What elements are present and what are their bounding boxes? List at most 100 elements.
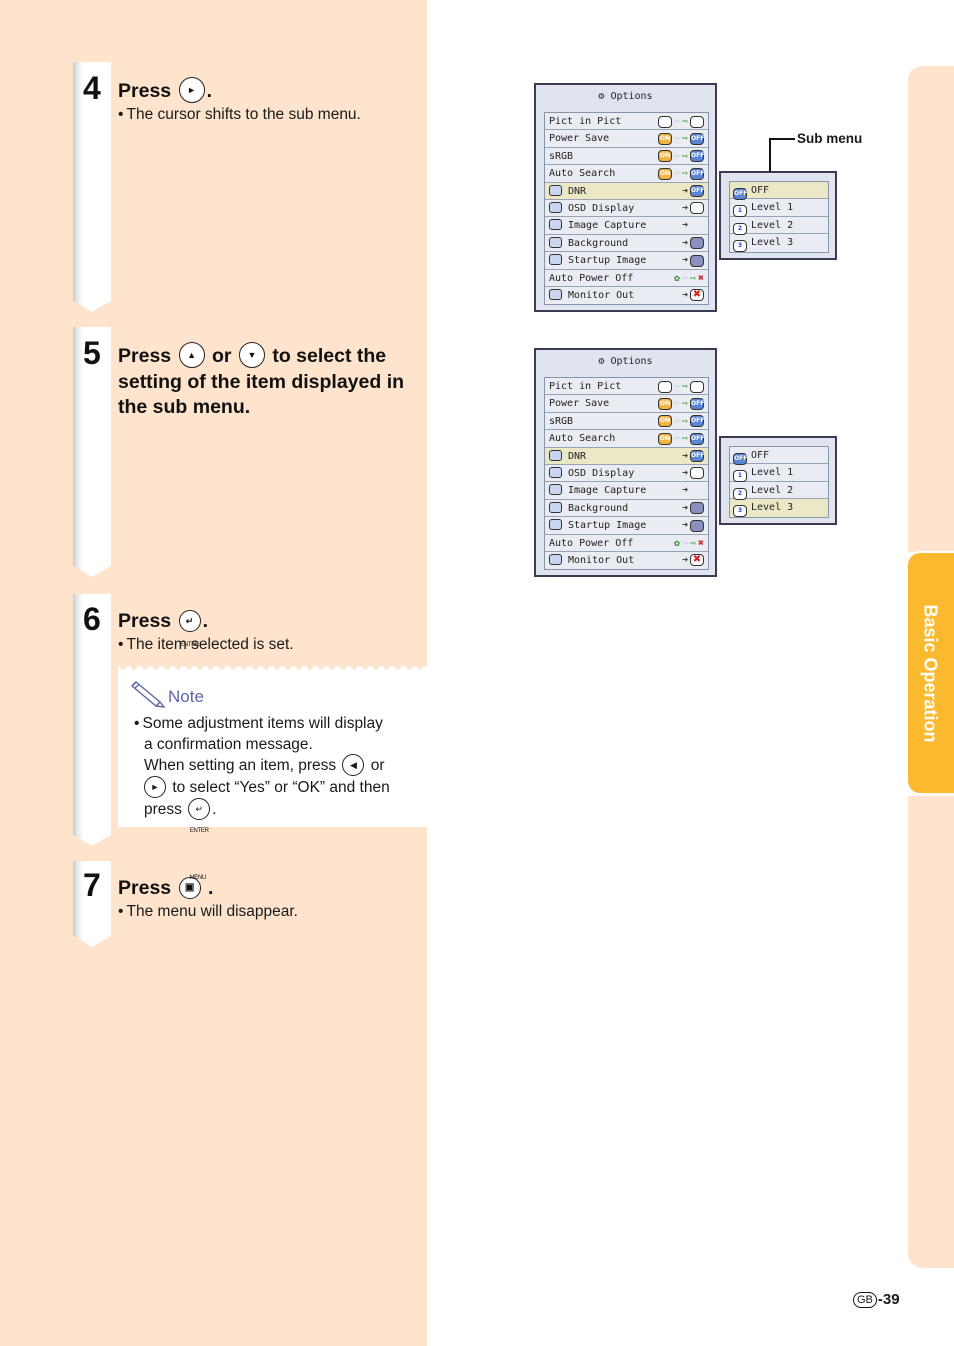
sub-menu-item[interactable]: 3 Level 3 (730, 499, 828, 518)
menu-item[interactable]: Startup Image ➜ (545, 252, 708, 270)
arrow-icon: ➜ (681, 202, 688, 214)
sub-menu-item[interactable]: 1 Level 1 (730, 199, 828, 218)
menu-item-value: ON ⇦ ⇨ OFF (657, 167, 704, 180)
menu-item[interactable]: Startup Image ➜ (545, 517, 708, 535)
sub-menu-item[interactable]: 2 Level 2 (730, 482, 828, 500)
note-box: Note • Some adjustment items will displa… (118, 666, 427, 834)
menu-item-label: Pict in Pict (549, 381, 622, 392)
menu-item[interactable]: Monitor Out ➜ ✖ (545, 287, 708, 304)
sub-menu-item[interactable]: 1 Level 1 (730, 464, 828, 483)
arrow-icon: ➜ (681, 289, 688, 301)
callout-line-h (769, 138, 795, 140)
step-5-number: 5 (83, 335, 101, 371)
sub-menu-item[interactable]: 2 Level 2 (730, 217, 828, 235)
menu-item[interactable]: Auto Search ON ⇦ ⇨ OFF (545, 430, 708, 448)
right-arrow-button-icon: ► (144, 776, 166, 798)
osd-icon (690, 467, 704, 480)
menu-item-label: DNR (568, 185, 587, 197)
menu-item[interactable]: Image Capture ➜ (545, 217, 708, 235)
menu-item[interactable]: Power Save ON ⇦ ⇨ OFF (545, 130, 708, 148)
menu-item-value: ➜ (682, 237, 704, 250)
left-arrow-icon: ⇦ (681, 272, 688, 284)
menu-item[interactable]: Auto Power Off ✿ ⇦ ⇨ ✖ (545, 535, 708, 552)
menu-item[interactable]: DNR ➜ OFF (545, 447, 708, 465)
menu-item-value: ➜ (682, 484, 704, 497)
sub-menu-item-label: Level 3 (751, 502, 794, 514)
right-arrow-icon: ⇨ (681, 415, 688, 427)
menu-item[interactable]: OSD Display ➜ (545, 465, 708, 483)
side-tab-top (908, 66, 954, 552)
menu-item[interactable]: OSD Display ➜ (545, 200, 708, 218)
menu-item-value: ⇦ ⇨ (657, 115, 704, 128)
menu-item[interactable]: Auto Power Off ✿ ⇦ ⇨ ✖ (545, 270, 708, 287)
note-line-2: a confirmation message. (144, 735, 313, 753)
side-tab-label: Basic Operation (906, 551, 954, 795)
side-tab-text: Basic Operation (920, 603, 941, 743)
step-4-title: Press ►. (118, 77, 212, 105)
menu-item-label: Auto Power Off (549, 537, 634, 549)
options-title-text: Options (610, 91, 653, 102)
menu-item[interactable]: Image Capture ➜ (545, 482, 708, 500)
sub-menu-list: OFF OFF 1 Level 1 2 Level 2 3 Level 3 (729, 181, 829, 253)
menu-item[interactable]: Pict in Pict ⇦ ⇨ (545, 378, 708, 396)
sub-menu-item[interactable]: OFF OFF (730, 182, 828, 200)
options-icon: ⚙ (598, 356, 611, 367)
arrow-icon: ➜ (681, 185, 688, 197)
level-icon: 1 (733, 205, 747, 218)
menu-item-label: OSD Display (568, 202, 635, 214)
left-arrow-icon: ⇦ (673, 433, 680, 445)
on-icon: ON (657, 167, 672, 180)
menu-item[interactable]: Power Save ON ⇦ ⇨ OFF (545, 395, 708, 413)
step-4-press-text: Press (118, 80, 172, 103)
arrow-icon: ➜ (681, 255, 688, 267)
menu-item-value: ➜ (682, 502, 704, 515)
menu-item[interactable]: sRGB ON ⇦ ⇨ OFF (545, 413, 708, 431)
menu-item[interactable]: Monitor Out ➜ ✖ (545, 552, 708, 569)
leaf-icon: ✿ (673, 272, 680, 284)
right-arrow-icon: ⇨ (689, 537, 696, 549)
sub-menu-item[interactable]: OFF OFF (730, 447, 828, 465)
sub-menu-item[interactable]: 3 Level 3 (730, 234, 828, 253)
menu-item-label: Power Save (549, 398, 610, 410)
menu-item[interactable]: Background ➜ (545, 500, 708, 518)
menu-item-value: ON ⇦ ⇨ OFF (657, 432, 704, 445)
menu-item[interactable]: Pict in Pict ⇦ ⇨ (545, 113, 708, 131)
step-7-bullet: • The menu will disappear. (118, 903, 298, 920)
menu-item[interactable]: Background ➜ (545, 235, 708, 253)
sub-menu-list: OFF OFF 1 Level 1 2 Level 2 3 Level 3 (729, 446, 829, 518)
menu-item[interactable]: DNR ➜ OFF (545, 182, 708, 200)
off-icon: OFF (690, 132, 704, 145)
arrow-icon: ➜ (681, 220, 688, 232)
on-icon: ON (657, 432, 672, 445)
right-arrow-icon: ⇨ (681, 150, 688, 162)
left-arrow-icon: ⇦ (681, 537, 688, 549)
arrow-icon: ➜ (681, 520, 688, 532)
menu-item[interactable]: sRGB ON ⇦ ⇨ OFF (545, 148, 708, 166)
options-title-text: Options (610, 356, 653, 367)
enter-label: ENTER (189, 828, 209, 834)
sub-menu-item-label: OFF (751, 185, 770, 196)
note-line-3: When setting an item, press (144, 757, 337, 775)
menu-item-value: ➜ (682, 254, 704, 267)
blank-icon (690, 115, 704, 128)
right-arrow-icon: ⇨ (681, 381, 688, 392)
note-or-text: or (370, 757, 385, 775)
right-arrow-icon: ⇨ (681, 398, 688, 410)
menu-label: MENU (189, 874, 207, 881)
menu-item-icon (549, 449, 562, 461)
menu-item-value: ➜ ✖ (682, 554, 704, 567)
menu-item-value: ⇦ ⇨ (657, 380, 704, 393)
menu-item-label: Monitor Out (568, 554, 635, 566)
left-arrow-icon: ⇦ (673, 116, 680, 127)
menu-item-icon (549, 184, 562, 196)
step-6-title: Press ↵ ENTER. (118, 609, 208, 648)
menu-item-icon (549, 553, 562, 565)
step-6-number: 6 (83, 601, 101, 637)
menu-item-label: Background (568, 237, 629, 249)
page-number: GB -39 (853, 1291, 900, 1308)
menu-item[interactable]: Auto Search ON ⇦ ⇨ OFF (545, 165, 708, 183)
sub-menu-item-label: Level 2 (751, 484, 794, 496)
off-icon: OFF (690, 167, 704, 180)
arrow-icon: ➜ (681, 237, 688, 249)
down-arrow-button-icon: ▼ (238, 342, 265, 368)
